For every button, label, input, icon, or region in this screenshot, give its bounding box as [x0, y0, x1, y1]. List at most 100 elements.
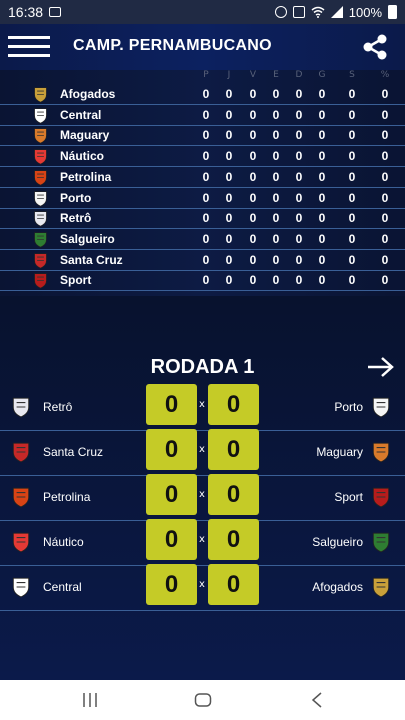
standings-row[interactable]: Santa Cruz 0 0 0 0 0 0 0 0 — [0, 251, 405, 271]
stat-value: 0 — [272, 231, 280, 246]
home-team-name: Central — [43, 580, 82, 594]
stat-value: 0 — [272, 128, 280, 143]
home-team-name: Náutico — [43, 535, 84, 549]
stat-value: 0 — [272, 107, 280, 122]
match-row[interactable]: Retrô 0 x 0 Porto — [0, 384, 405, 431]
stat-value: 0 — [381, 273, 389, 288]
standings-row[interactable]: Central 0 0 0 0 0 0 0 0 — [0, 106, 405, 126]
stat-value: 0 — [225, 231, 233, 246]
away-team-name: Maguary — [316, 445, 363, 459]
status-bar: 16:38 100% — [0, 0, 405, 24]
standings-table: P J V E D G S % Afogados 0 0 0 0 0 0 0 0 Central 0… — [0, 70, 405, 296]
stat-value: 0 — [202, 273, 210, 288]
home-score[interactable]: 0 — [146, 384, 197, 425]
versus-separator: x — [199, 489, 205, 500]
standings-row[interactable]: Afogados 0 0 0 0 0 0 0 0 — [0, 85, 405, 105]
stat-value: 0 — [318, 128, 326, 143]
page-title: CAMP. PERNAMBUCANO — [73, 37, 272, 54]
stat-value: 0 — [272, 273, 280, 288]
stat-value: 0 — [225, 107, 233, 122]
central-badge-icon — [32, 107, 49, 124]
stat-value: 0 — [318, 190, 326, 205]
team-name: Santa Cruz — [60, 252, 123, 267]
round-section: RODADA 1 Retrô 0 x 0 Porto Santa Cruz 0 x 0 Magua… — [0, 296, 405, 680]
home-team-name: Santa Cruz — [43, 445, 104, 459]
col-header: P — [203, 70, 209, 80]
retro-badge-icon — [32, 210, 49, 227]
home-score[interactable]: 0 — [146, 474, 197, 515]
versus-separator: x — [199, 399, 205, 410]
stat-value: 0 — [295, 128, 303, 143]
stat-value: 0 — [381, 252, 389, 267]
stat-value: 0 — [272, 87, 280, 101]
away-score[interactable]: 0 — [208, 474, 259, 515]
stat-value: 0 — [295, 211, 303, 226]
away-team-badge-icon — [370, 531, 392, 553]
away-score[interactable]: 0 — [208, 429, 259, 470]
standings-row[interactable]: Retrô 0 0 0 0 0 0 0 0 — [0, 209, 405, 230]
stat-value: 0 — [225, 211, 233, 226]
nautico-badge-icon — [32, 148, 49, 165]
recent-apps-icon[interactable] — [82, 692, 98, 708]
match-row[interactable]: Náutico 0 x 0 Salgueiro — [0, 519, 405, 566]
col-header: V — [249, 70, 257, 80]
match-row[interactable]: Petrolina 0 x 0 Sport — [0, 474, 405, 521]
back-icon[interactable] — [310, 692, 324, 708]
home-score[interactable]: 0 — [146, 519, 197, 560]
home-icon[interactable] — [194, 692, 212, 708]
stat-value: 0 — [348, 128, 356, 143]
team-name: Petrolina — [60, 169, 112, 184]
hamburger-menu-icon[interactable] — [8, 36, 50, 58]
stat-value: 0 — [381, 149, 389, 164]
stat-value: 0 — [225, 149, 233, 164]
status-time: 16:38 — [8, 4, 44, 20]
standings-header: P J V E D G S % — [0, 70, 405, 84]
stat-value: 0 — [202, 211, 210, 226]
stat-value: 0 — [348, 231, 356, 246]
stat-value: 0 — [318, 87, 326, 101]
stat-value: 0 — [225, 128, 233, 143]
stat-value: 0 — [318, 231, 326, 246]
stat-value: 0 — [348, 211, 356, 226]
away-score[interactable]: 0 — [208, 384, 259, 425]
standings-row[interactable]: Sport 0 0 0 0 0 0 0 0 — [0, 271, 405, 292]
away-score[interactable]: 0 — [208, 564, 259, 605]
standings-row[interactable]: Porto 0 0 0 0 0 0 0 0 — [0, 189, 405, 209]
stat-value: 0 — [202, 252, 210, 267]
stat-value: 0 — [348, 169, 356, 184]
standings-row[interactable]: Petrolina 0 0 0 0 0 0 0 0 — [0, 168, 405, 188]
stat-value: 0 — [225, 87, 233, 101]
stat-value: 0 — [249, 149, 257, 164]
match-row[interactable]: Central 0 x 0 Afogados — [0, 564, 405, 611]
home-team-name: Petrolina — [43, 490, 91, 504]
standings-row[interactable]: Maguary 0 0 0 0 0 0 0 0 — [0, 126, 405, 147]
team-name: Retrô — [60, 211, 92, 226]
team-name: Náutico — [60, 149, 105, 164]
col-header: J — [227, 70, 231, 80]
versus-separator: x — [199, 444, 205, 455]
home-score[interactable]: 0 — [146, 564, 197, 605]
stat-value: 0 — [202, 190, 210, 205]
salgueiro-badge-icon — [32, 231, 49, 248]
arrow-right-icon[interactable] — [367, 356, 395, 378]
stat-value: 0 — [225, 273, 233, 288]
home-team-badge-icon — [10, 531, 32, 553]
standings-row[interactable]: Salgueiro 0 0 0 0 0 0 0 0 — [0, 230, 405, 250]
away-team-name: Porto — [334, 400, 363, 414]
stat-value: 0 — [295, 252, 303, 267]
share-icon[interactable] — [360, 32, 390, 62]
battery-percent: 100% — [348, 4, 382, 20]
home-score[interactable]: 0 — [146, 429, 197, 470]
status-icons: 100% — [274, 4, 397, 20]
stat-value: 0 — [225, 252, 233, 267]
stat-value: 0 — [249, 128, 257, 143]
maguary-badge-icon — [32, 127, 49, 144]
away-score[interactable]: 0 — [208, 519, 259, 560]
stat-value: 0 — [272, 149, 280, 164]
col-header: % — [380, 70, 390, 80]
app-bar: CAMP. PERNAMBUCANO — [0, 24, 405, 70]
match-row[interactable]: Santa Cruz 0 x 0 Maguary — [0, 429, 405, 476]
stat-value: 0 — [381, 231, 389, 246]
standings-row[interactable]: Náutico 0 0 0 0 0 0 0 0 — [0, 147, 405, 168]
team-name: Porto — [60, 190, 92, 205]
